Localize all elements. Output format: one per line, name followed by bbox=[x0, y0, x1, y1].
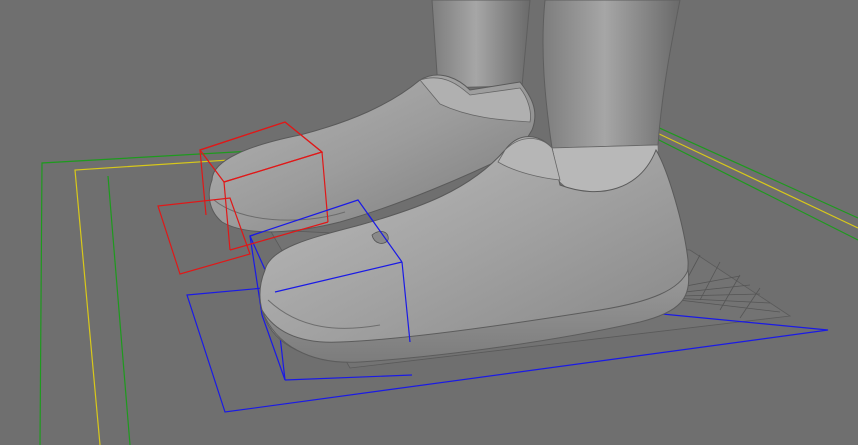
3d-viewport[interactable] bbox=[0, 0, 858, 445]
scene-canvas[interactable] bbox=[0, 0, 858, 445]
right-leg bbox=[542, 0, 681, 149]
left-leg bbox=[431, 0, 531, 89]
